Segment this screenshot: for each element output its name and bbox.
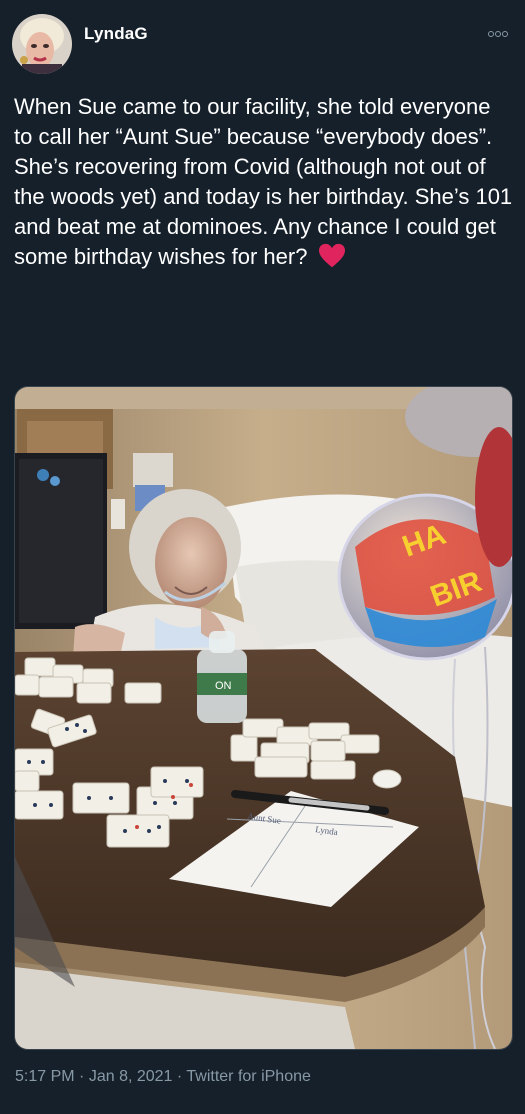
meta-separator-1: · [79,1068,85,1085]
tweet-meta: 5:17 PM · Jan 8, 2021 · Twitter for iPho… [15,1068,311,1086]
meta-separator-2: · [176,1068,183,1085]
tweet-header: LyndaG [12,12,512,76]
tweet-time[interactable]: 5:17 PM [15,1068,75,1085]
tweet: LyndaG When Sue came to our facility, sh… [0,0,525,1114]
heart-icon [318,243,345,268]
tweet-photo[interactable]: HA BIR ON Aunt Sue Lynda [14,386,513,1050]
tweet-date[interactable]: Jan 8, 2021 [89,1068,173,1085]
tweet-text: When Sue came to our facility, she told … [14,94,519,269]
avatar[interactable] [12,14,72,74]
tweet-source[interactable]: Twitter for iPhone [186,1068,311,1085]
bottle-label: ON [215,680,232,692]
more-options-icon[interactable] [488,24,510,37]
username[interactable]: LyndaG [84,24,148,44]
tweet-body: When Sue came to our facility, she told … [14,92,514,272]
